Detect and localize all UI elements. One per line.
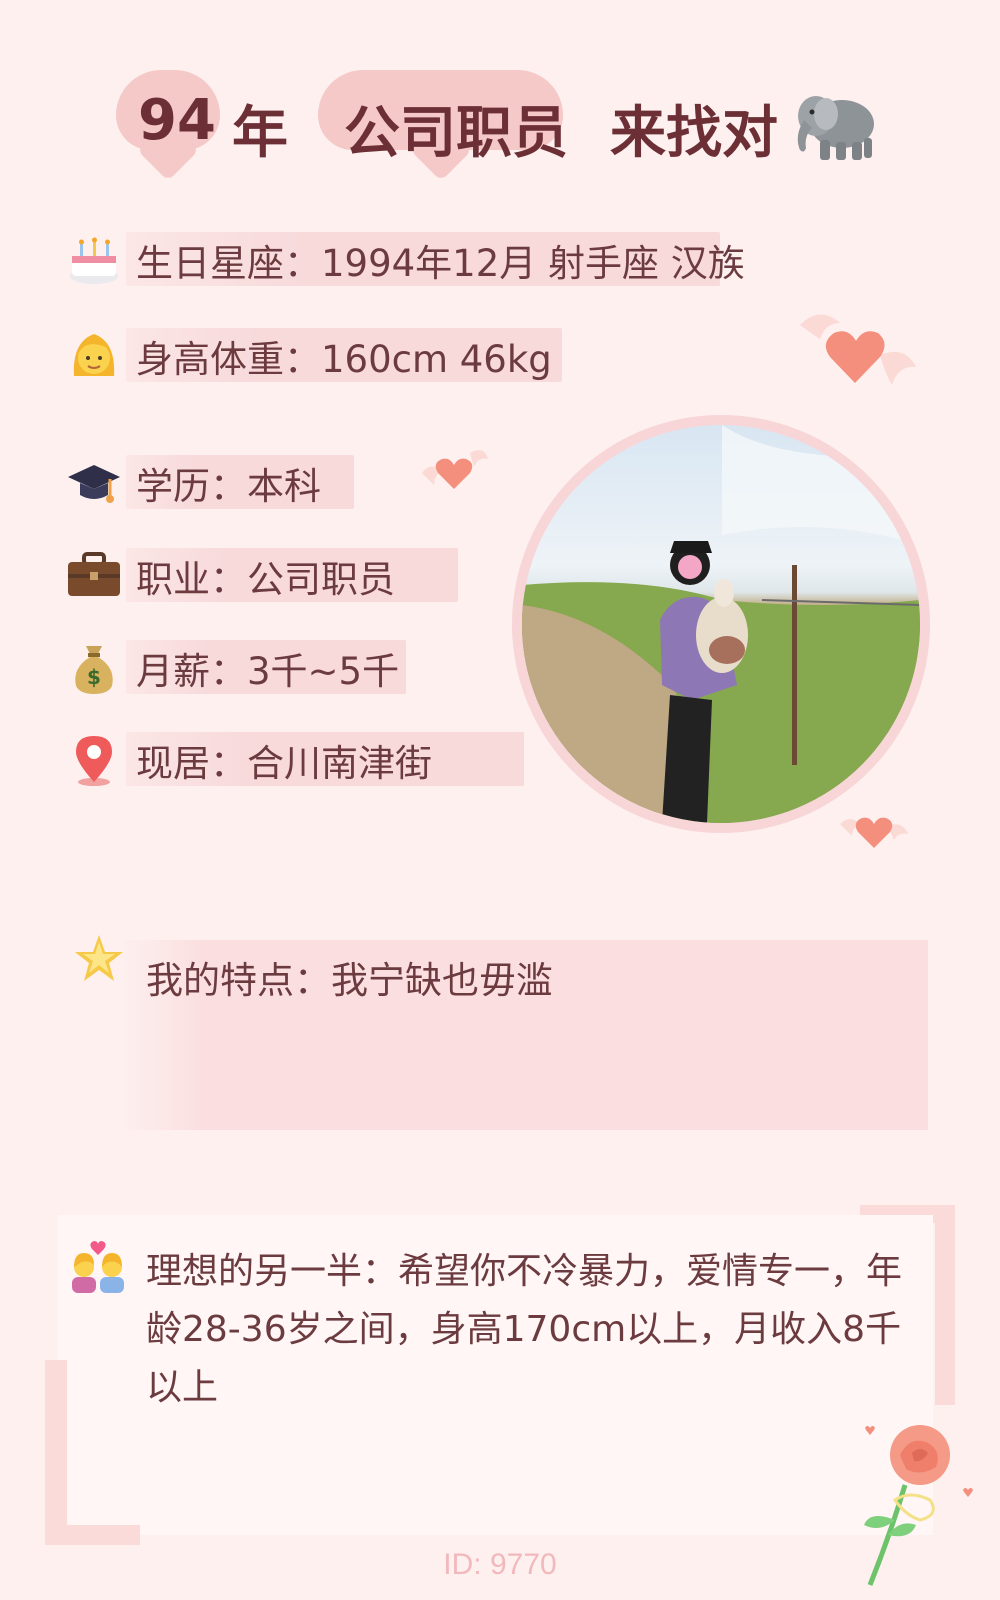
row-residence: 现居：合川南津街 [66, 732, 524, 788]
profile-photo[interactable] [522, 425, 920, 823]
winged-heart-bottom-icon [840, 817, 908, 848]
graduation-cap-icon [68, 465, 120, 503]
header-occupation: 公司职员 [344, 101, 568, 166]
winged-heart-small-icon [422, 450, 488, 489]
svg-text:$: $ [87, 665, 101, 689]
footer-id: ID: 9770 [443, 1548, 557, 1581]
row-salary-text: 月薪：3千~5千 [136, 650, 400, 693]
row-birthday-text: 生日星座：1994年12月 射手座 汉族 [136, 242, 745, 285]
age-value: 94 [138, 88, 216, 153]
row-birthday: 生日星座：1994年12月 射手座 汉族 [66, 232, 745, 288]
row-education: 学历：本科 [66, 455, 354, 511]
row-height-weight: 身高体重：160cm 46kg [66, 328, 562, 384]
briefcase-icon [68, 552, 120, 596]
ideal-partner-text: 理想的另一半：希望你不冷暴力，爱情专一，年龄28-36岁之间，身高170cm以上… [146, 1251, 903, 1408]
row-height-weight-text: 身高体重：160cm 46kg [136, 338, 552, 381]
age-unit: 年 [232, 101, 288, 166]
couple-heart-icon [72, 1241, 124, 1293]
row-residence-text: 现居：合川南津街 [136, 742, 432, 785]
row-education-text: 学历：本科 [136, 465, 321, 508]
header-cta: 来找对 [610, 101, 778, 166]
row-occupation: 职业：公司职员 [66, 548, 458, 604]
birthday-cake-icon [70, 237, 118, 284]
money-bag-icon: $ [75, 646, 113, 694]
row-salary: $ 月薪：3千~5千 [66, 640, 406, 696]
profile-card: 94 年 公司职员 来找对 生日星座：1994年12月 射手座 汉族 身高体重：… [0, 0, 1000, 1600]
elephant-icon [797, 96, 874, 160]
frame-corner-bottom [45, 1525, 140, 1545]
frame-corner-right [935, 1205, 955, 1405]
winged-heart-icon [800, 314, 916, 385]
header: 94 年 公司职员 来找对 [0, 70, 1000, 180]
location-pin-icon [76, 736, 112, 786]
star-icon [75, 935, 123, 981]
row-occupation-text: 职业：公司职员 [136, 558, 395, 601]
feature-text: 我的特点：我宁缺也毋滥 [146, 959, 553, 1002]
frame-corner-left [45, 1360, 67, 1545]
woman-icon [73, 334, 115, 376]
photo-scene [522, 425, 920, 823]
